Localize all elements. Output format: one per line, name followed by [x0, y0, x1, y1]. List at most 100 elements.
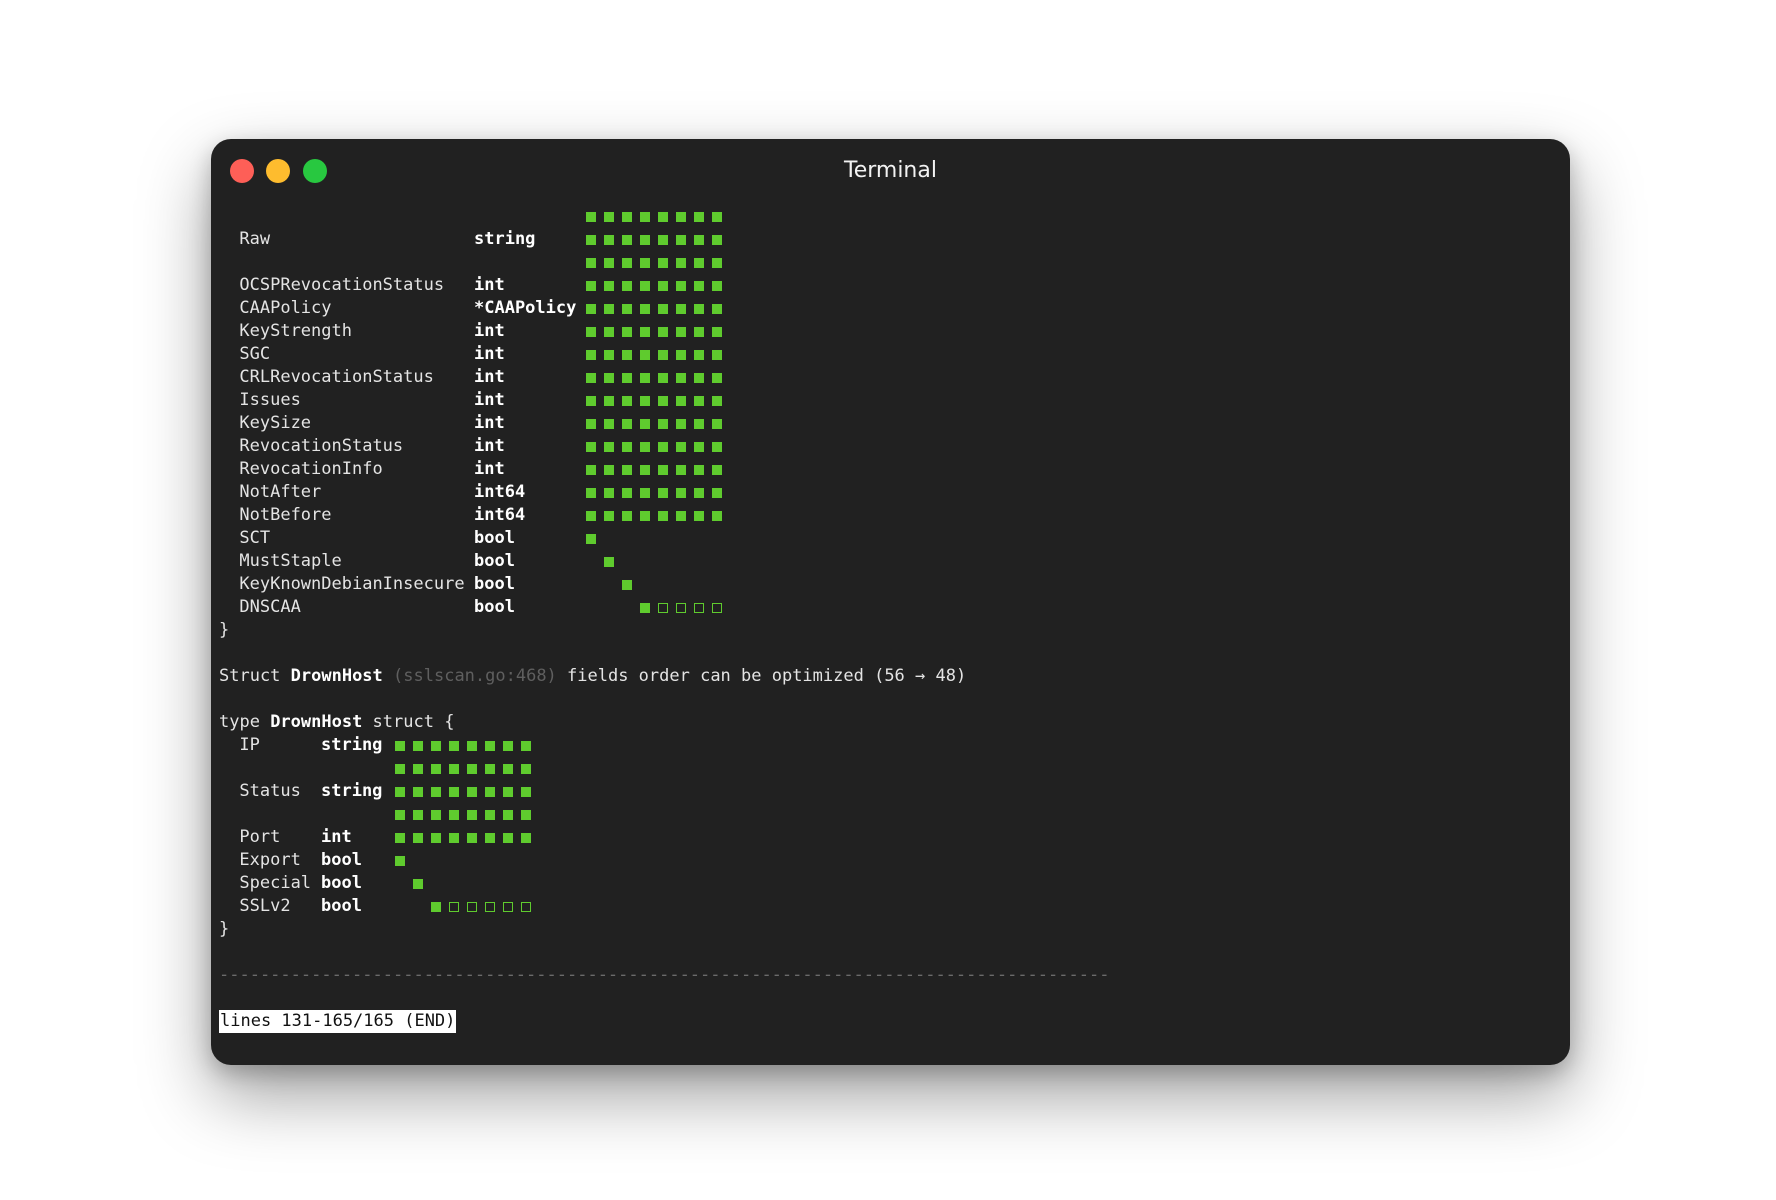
field-name: KeyKnownDebianInsecure [239, 574, 465, 594]
used-byte-cell [658, 419, 668, 429]
used-byte-cell [694, 419, 704, 429]
used-byte-cell [694, 442, 704, 452]
used-byte-cell [694, 465, 704, 475]
used-byte-cell [658, 488, 668, 498]
struct-field-row: CRLRevocationStatus int [219, 366, 1109, 389]
padding-byte-cell [503, 902, 513, 912]
used-byte-cell [712, 258, 722, 268]
used-byte-cell [413, 764, 423, 774]
used-byte-cell [521, 764, 531, 774]
field-name: CAAPolicy [239, 298, 332, 318]
used-byte-cell [712, 373, 722, 383]
struct-field-row: Issues int [219, 389, 1109, 412]
used-byte-cell [640, 304, 650, 314]
drownhost-fields-list: IP string Status string Port int Export bool Spe… [219, 734, 1109, 918]
used-byte-cell [676, 212, 686, 222]
used-byte-cell [604, 258, 614, 268]
used-byte-cell [676, 419, 686, 429]
field-type: int [474, 321, 505, 341]
used-byte-cell [503, 787, 513, 797]
used-byte-cell [640, 396, 650, 406]
struct-field-row: Port int [219, 826, 1109, 849]
used-byte-cell [604, 327, 614, 337]
used-byte-cell [485, 810, 495, 820]
field-name: Special [239, 873, 312, 893]
used-byte-cell [676, 373, 686, 383]
used-byte-cell [622, 212, 632, 222]
used-byte-cell [622, 465, 632, 475]
used-byte-cell [395, 856, 405, 866]
used-byte-cell [640, 235, 650, 245]
used-byte-cell [622, 235, 632, 245]
used-byte-cell [640, 419, 650, 429]
field-type: bool [321, 873, 362, 893]
used-byte-cell [604, 304, 614, 314]
struct-keyword: struct { [362, 712, 455, 732]
used-byte-cell [586, 327, 596, 337]
field-type: string [321, 735, 383, 755]
used-byte-cell [640, 442, 650, 452]
used-byte-cell [521, 833, 531, 843]
used-byte-cell [395, 833, 405, 843]
field-name: RevocationInfo [239, 459, 383, 479]
struct-field-row: RevocationInfo int [219, 458, 1109, 481]
used-byte-cell [413, 833, 423, 843]
field-name: Port [239, 827, 281, 847]
used-byte-cell [712, 488, 722, 498]
used-byte-cell [503, 764, 513, 774]
used-byte-cell [431, 787, 441, 797]
used-byte-cell [586, 488, 596, 498]
message-struct-name: DrownHost [290, 666, 383, 686]
used-byte-cell [586, 281, 596, 291]
used-byte-cell [694, 488, 704, 498]
used-byte-cell [640, 350, 650, 360]
field-type: int [474, 413, 505, 433]
used-byte-cell [640, 465, 650, 475]
used-byte-cell [712, 212, 722, 222]
message-text: fields order can be optimized (56 → 48) [556, 666, 967, 686]
used-byte-cell [485, 833, 495, 843]
used-byte-cell [658, 396, 668, 406]
used-byte-cell [658, 373, 668, 383]
used-byte-cell [658, 465, 668, 475]
struct-field-row: Status string [219, 780, 1109, 803]
struct-field-row: OCSPRevocationStatus int [219, 274, 1109, 297]
used-byte-cell [586, 419, 596, 429]
used-byte-cell [712, 304, 722, 314]
used-byte-cell [395, 764, 405, 774]
used-byte-cell [604, 396, 614, 406]
used-byte-cell [658, 235, 668, 245]
struct-field-row: SCT bool [219, 527, 1109, 550]
used-byte-cell [712, 327, 722, 337]
used-byte-cell [485, 741, 495, 751]
field-type: int64 [474, 505, 526, 525]
field-name: Raw [239, 229, 271, 249]
field-type: int [474, 459, 505, 479]
used-byte-cell [712, 396, 722, 406]
field-type: int [474, 436, 505, 456]
used-byte-cell [712, 235, 722, 245]
padding-byte-cell [694, 603, 704, 613]
used-byte-cell [658, 258, 668, 268]
used-byte-cell [676, 465, 686, 475]
struct-field-row [219, 757, 1109, 780]
used-byte-cell [694, 258, 704, 268]
field-name: KeySize [239, 413, 312, 433]
used-byte-cell [676, 511, 686, 521]
field-type: int64 [474, 482, 526, 502]
used-byte-cell [640, 327, 650, 337]
used-byte-cell [622, 396, 632, 406]
struct-field-row: RevocationStatus int [219, 435, 1109, 458]
used-byte-cell [658, 442, 668, 452]
struct-declaration: type DrownHost struct { [219, 711, 1109, 734]
struct-field-row: NotBefore int64 [219, 504, 1109, 527]
used-byte-cell [413, 879, 423, 889]
closing-brace: } [219, 620, 230, 640]
field-type: int [474, 344, 505, 364]
used-byte-cell [694, 304, 704, 314]
used-byte-cell [694, 373, 704, 383]
closing-brace: } [219, 919, 230, 939]
field-name: IP [239, 735, 260, 755]
used-byte-cell [395, 741, 405, 751]
used-byte-cell [521, 741, 531, 751]
